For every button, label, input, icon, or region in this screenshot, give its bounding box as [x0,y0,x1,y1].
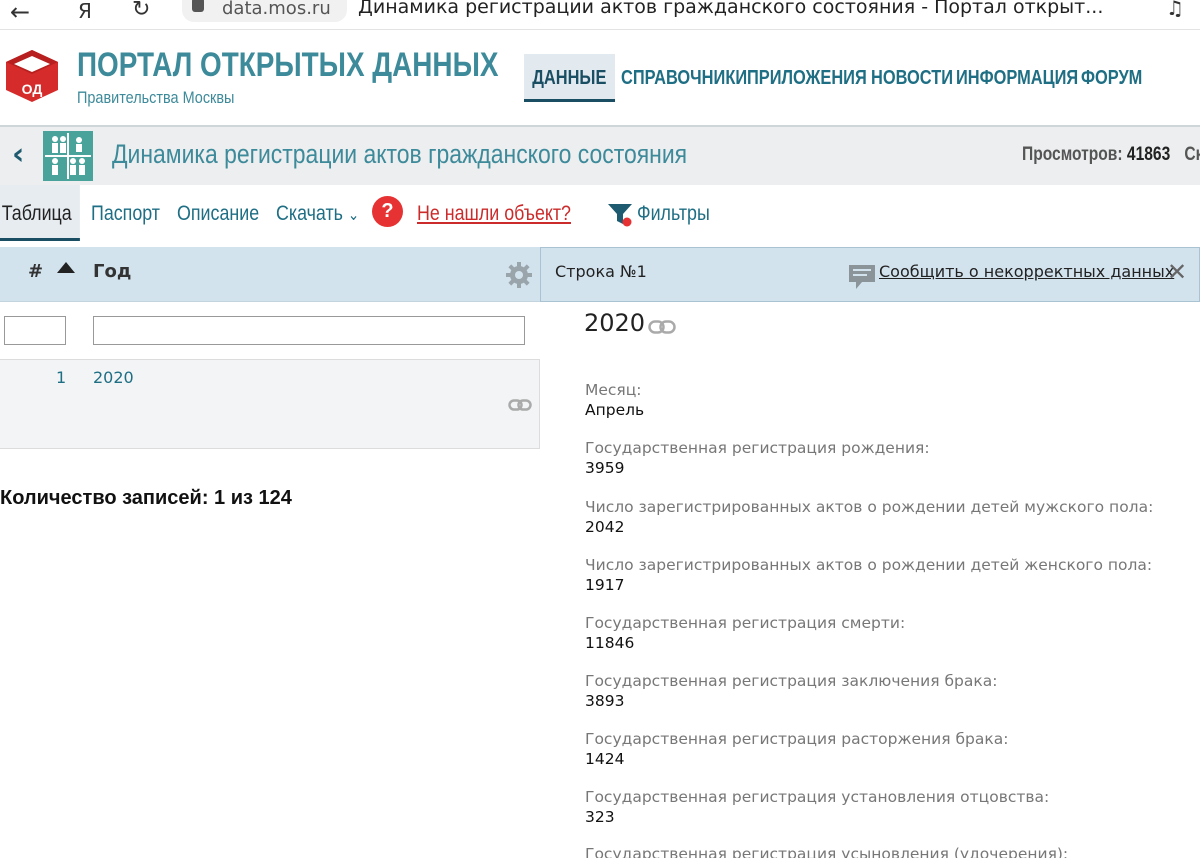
nav-applications[interactable]: ПРИЛОЖЕНИЯ [747,54,867,102]
back-chevron-icon[interactable]: ‹ [12,137,24,172]
field-value: Апрель [585,401,645,419]
browser-back-icon[interactable]: ← [10,0,30,26]
browser-reload-icon[interactable]: ↻ [132,0,150,22]
field-label: Месяц: [585,381,642,399]
year-filter-input[interactable] [93,316,525,345]
download-label: Скачать [276,202,343,225]
browser-toolbar: ← Я ↻ data.mos.ru Динамика регистрации а… [0,0,1200,30]
portal-logo-icon[interactable]: ОД [4,48,60,104]
row-number: 1 [56,368,67,387]
field-adoption: Государственная регистрация усыновления … [585,845,1068,858]
report-incorrect-data-link[interactable]: Сообщить о некорректных данных [879,262,1174,281]
record-year: 2020 [584,309,646,337]
field-label: Государственная регистрация смерти: [585,614,906,632]
svg-text:ОД: ОД [22,81,43,97]
portal-subtitle: Правительства Москвы [77,88,235,107]
views-count: 41863 [1126,144,1171,165]
views-label: Просмотров: [1022,144,1123,165]
nav-forum[interactable]: ФОРУМ [1081,54,1142,102]
portal-header: ОД ПОРТАЛ ОТКРЫТЫХ ДАННЫХ Правительства … [0,30,1200,126]
field-marriages: Государственная регистрация заключения б… [585,672,997,710]
table-header: # Год [0,247,540,302]
not-found-link[interactable]: Не нашли объект? [417,185,571,241]
field-label: Государственная регистрация усыновления … [585,845,1069,858]
address-bar-url: data.mos.ru [222,0,331,19]
record-count: Количество записей: 1 из 124 [0,487,292,509]
field-label: Государственная регистрация заключения б… [585,672,998,690]
number-filter-input[interactable] [4,316,66,345]
field-value: 3959 [585,459,625,477]
page-tab-title: Динамика регистрации актов гражданского … [358,0,1104,18]
tab-passport[interactable]: Паспорт [91,185,160,241]
field-value: 11846 [585,634,635,652]
table-row[interactable]: 1 2020 [0,359,540,449]
dataset-tabs: Таблица Паспорт Описание Скачать ⌄ Не на… [0,185,1200,245]
tab-filters[interactable]: Фильтры [637,185,710,241]
help-icon[interactable]: ? [372,196,403,227]
nav-data[interactable]: ДАННЫЕ [524,54,615,102]
views-counter: Просмотров: 41863 Ска [1022,144,1200,166]
dataset-title: Динамика регистрации актов гражданского … [112,139,688,169]
nav-directories[interactable]: СПРАВОЧНИКИ [621,54,747,102]
nav-information[interactable]: ИНФОРМАЦИЯ [956,54,1078,102]
field-label: Государственная регистрация установления… [585,788,1050,806]
gear-icon[interactable] [505,261,533,289]
filter-icon[interactable] [607,201,633,227]
tab-download[interactable]: Скачать ⌄ [276,185,359,241]
field-label: Число зарегистрированных актов о рождени… [585,556,1153,574]
family-icon [43,131,93,181]
portal-name[interactable]: ПОРТАЛ ОТКРЫТЫХ ДАННЫХ [77,46,498,85]
column-header-number[interactable]: # [28,261,43,282]
field-value: 3893 [585,692,625,710]
column-header-year[interactable]: Год [93,261,131,282]
field-label: Государственная регистрация рождения: [585,439,930,457]
field-deaths: Государственная регистрация смерти: 1184… [585,614,905,652]
not-found-label: Не нашли объект? [417,202,571,225]
yandex-logo-icon[interactable]: Я [78,0,92,23]
field-births-female: Число зарегистрированных актов о рождени… [585,556,1152,594]
headphones-icon[interactable]: ♫ [1166,0,1184,20]
field-divorces: Государственная регистрация расторжения … [585,730,1008,768]
field-month: Месяц: Апрель [585,381,644,419]
comment-icon[interactable] [848,264,876,290]
record-detail-header: Строка №1 Сообщить о некорректных данных… [540,247,1200,302]
address-bar[interactable]: data.mos.ru [182,0,347,22]
row-year: 2020 [93,368,134,387]
field-births-male: Число зарегистрированных актов о рождени… [585,498,1153,536]
tab-description[interactable]: Описание [177,185,259,241]
field-value: 2042 [585,518,625,536]
row-label: Строка №1 [555,262,647,281]
link-icon[interactable] [648,319,676,335]
field-value: 323 [585,808,615,826]
field-value: 1917 [585,576,625,594]
field-value: 1424 [585,750,625,768]
views-trailing: Ска [1184,144,1200,165]
field-paternity: Государственная регистрация установления… [585,788,1049,826]
field-births: Государственная регистрация рождения: 39… [585,439,930,477]
lock-icon [192,0,204,12]
record-detail-panel: Строка №1 Сообщить о некорректных данных… [540,247,1200,858]
close-icon[interactable]: ✕ [1167,258,1187,286]
tab-table[interactable]: Таблица [0,185,81,241]
nav-news[interactable]: НОВОСТИ [871,54,953,102]
dataset-title-bar: ‹ Динамика регистрации актов гражданског… [0,127,1200,185]
field-label: Число зарегистрированных актов о рождени… [585,498,1154,516]
chevron-down-icon: ⌄ [347,207,360,224]
column-filter-row [0,303,540,359]
field-label: Государственная регистрация расторжения … [585,730,1009,748]
sort-ascending-icon[interactable] [57,262,75,273]
link-icon[interactable] [508,398,532,412]
table-panel: # Год 1 2020 Количество записей: 1 из 12… [0,247,540,858]
